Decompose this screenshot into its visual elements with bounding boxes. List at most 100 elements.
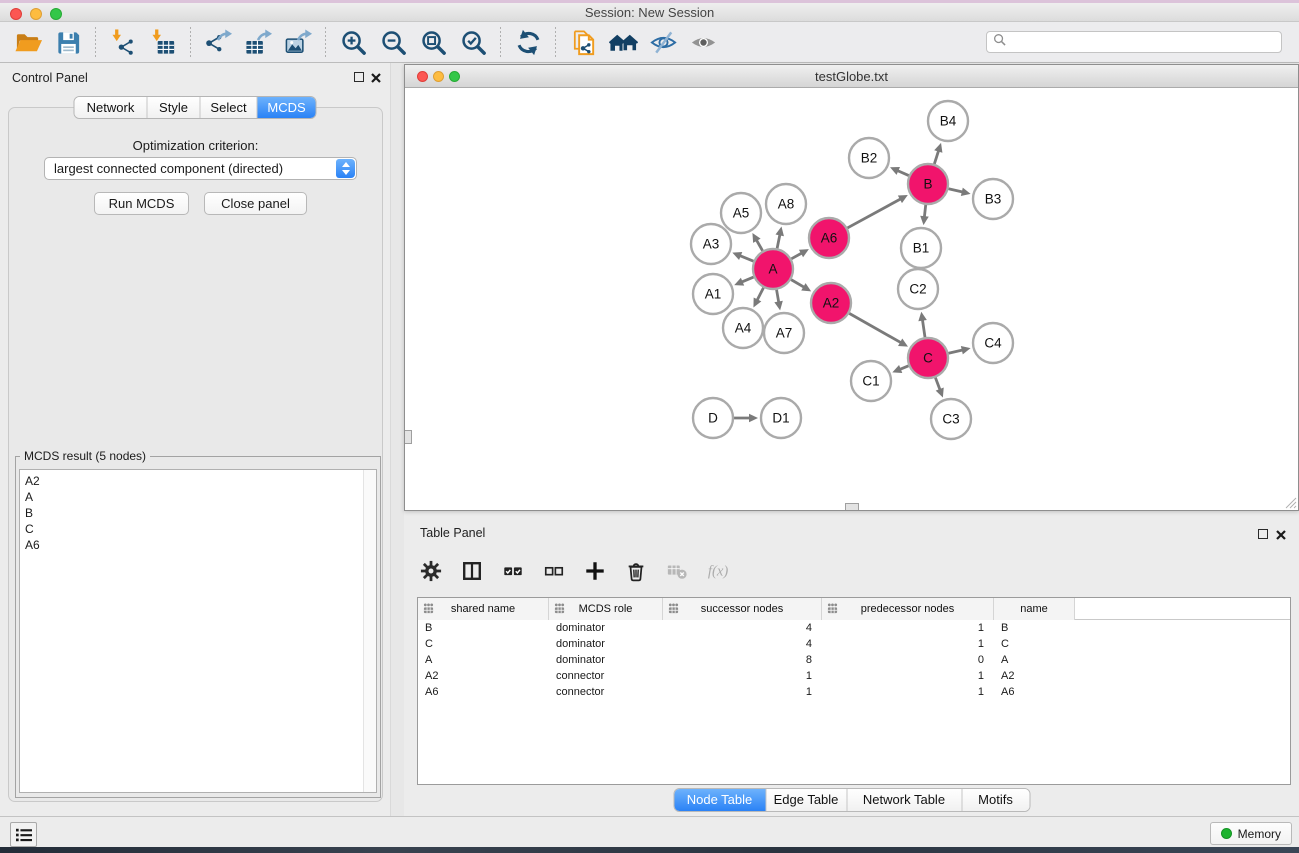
import-network-button[interactable]: [103, 24, 143, 60]
table-row[interactable]: A6connector11A6: [418, 684, 1290, 700]
column-header-shared-name[interactable]: shared name: [418, 598, 549, 620]
graph-edge-C-C1[interactable]: [892, 365, 908, 373]
network-zoom-button[interactable]: [449, 71, 460, 82]
graph-node-A[interactable]: A: [753, 249, 793, 289]
first-neighbors-button[interactable]: [603, 24, 643, 60]
graph-edge-A-A7[interactable]: [774, 290, 782, 311]
zoom-out-button[interactable]: [373, 24, 413, 60]
tab-select[interactable]: Select: [200, 97, 257, 118]
column-header-predecessor-nodes[interactable]: predecessor nodes: [822, 598, 994, 620]
task-history-button[interactable]: [10, 822, 37, 847]
network-minimize-button[interactable]: [433, 71, 444, 82]
graph-edge-C-C3[interactable]: [935, 378, 943, 398]
zoom-selected-button[interactable]: [453, 24, 493, 60]
save-session-button[interactable]: [48, 24, 88, 60]
result-item-b[interactable]: B: [20, 505, 376, 521]
graph-node-A1[interactable]: A1: [693, 274, 733, 314]
graph-node-B3[interactable]: B3: [973, 179, 1013, 219]
minimize-window-button[interactable]: [30, 8, 42, 20]
show-all-button[interactable]: [683, 24, 723, 60]
result-item-a6[interactable]: A6: [20, 537, 376, 553]
hide-selected-button[interactable]: [643, 24, 683, 60]
graph-node-A2[interactable]: A2: [811, 283, 851, 323]
open-session-button[interactable]: [8, 24, 48, 60]
graph-edge-A-A5[interactable]: [752, 233, 762, 251]
export-image-button[interactable]: [278, 24, 318, 60]
deselect-all-rows-button[interactable]: [541, 558, 567, 584]
table-row[interactable]: Bdominator41B: [418, 620, 1290, 636]
select-all-rows-button[interactable]: [500, 558, 526, 584]
table-row[interactable]: Adominator80A: [418, 652, 1290, 668]
graph-node-B[interactable]: B: [908, 164, 948, 204]
zoom-fit-button[interactable]: [413, 24, 453, 60]
column-header-successor-nodes[interactable]: successor nodes: [663, 598, 822, 620]
network-close-button[interactable]: [417, 71, 428, 82]
graph-edge-A-A4[interactable]: [753, 288, 763, 308]
table-row[interactable]: Cdominator41C: [418, 636, 1290, 652]
export-table-button[interactable]: [238, 24, 278, 60]
graph-node-D1[interactable]: D1: [761, 398, 801, 438]
column-header-name[interactable]: name: [994, 598, 1075, 620]
table-settings-button[interactable]: [418, 558, 444, 584]
graph-node-B4[interactable]: B4: [928, 101, 968, 141]
graph-node-D[interactable]: D: [693, 398, 733, 438]
close-panel-button[interactable]: Close panel: [204, 192, 307, 215]
graph-edge-B-B1[interactable]: [920, 205, 929, 225]
graph-edge-C-C4[interactable]: [948, 346, 970, 354]
mcds-result-list[interactable]: A2ABCA6: [19, 469, 377, 793]
tab-style[interactable]: Style: [147, 97, 200, 118]
close-panel-icon[interactable]: [1275, 528, 1287, 540]
graph-edge-A-A6[interactable]: [791, 249, 809, 259]
graph-node-C4[interactable]: C4: [973, 323, 1013, 363]
graph-edge-C-C2[interactable]: [918, 312, 927, 337]
graph-node-C[interactable]: C: [908, 338, 948, 378]
toggle-columns-button[interactable]: [459, 558, 485, 584]
graph-node-B2[interactable]: B2: [849, 138, 889, 178]
graph-edge-A-A1[interactable]: [734, 277, 753, 286]
export-network-button[interactable]: [198, 24, 238, 60]
network-canvas[interactable]: B4B2BB3A8A5A6A3B1AC2A1A2A4A7C4CC1C3DD1: [405, 88, 1298, 510]
graph-node-A7[interactable]: A7: [764, 313, 804, 353]
graph-edge-A2-C[interactable]: [849, 313, 908, 346]
tab-mcds[interactable]: MCDS: [257, 97, 316, 118]
bottom-edge-grip[interactable]: [845, 503, 859, 510]
memory-button[interactable]: Memory: [1210, 822, 1292, 845]
float-panel-icon[interactable]: [1258, 529, 1268, 539]
table-row[interactable]: A2connector11A2: [418, 668, 1290, 684]
zoom-window-button[interactable]: [50, 8, 62, 20]
criterion-dropdown[interactable]: largest connected component (directed): [44, 157, 357, 180]
network-graph[interactable]: B4B2BB3A8A5A6A3B1AC2A1A2A4A7C4CC1C3DD1: [405, 88, 1298, 510]
graph-node-A6[interactable]: A6: [809, 218, 849, 258]
import-table-button[interactable]: [143, 24, 183, 60]
tab-edge-table[interactable]: Edge Table: [765, 789, 846, 811]
tab-network-table[interactable]: Network Table: [846, 789, 961, 811]
graph-node-C3[interactable]: C3: [931, 399, 971, 439]
result-item-a[interactable]: A: [20, 489, 376, 505]
column-header-mcds-role[interactable]: MCDS role: [549, 598, 663, 620]
float-panel-icon[interactable]: [354, 72, 364, 82]
network-window-titlebar[interactable]: testGlobe.txt: [405, 65, 1298, 88]
graph-edge-B-B4[interactable]: [934, 143, 942, 164]
tab-network[interactable]: Network: [75, 97, 147, 118]
add-column-button[interactable]: [582, 558, 608, 584]
close-window-button[interactable]: [10, 8, 22, 20]
panel-divider[interactable]: [390, 63, 404, 816]
result-item-c[interactable]: C: [20, 521, 376, 537]
result-item-a2[interactable]: A2: [20, 473, 376, 489]
graph-edge-A6-B[interactable]: [847, 195, 907, 228]
graph-node-C1[interactable]: C1: [851, 361, 891, 401]
run-mcds-button[interactable]: Run MCDS: [94, 192, 189, 215]
new-network-from-file-button[interactable]: [563, 24, 603, 60]
result-scrollbar[interactable]: [363, 470, 376, 792]
close-panel-icon[interactable]: [370, 71, 382, 83]
tab-node-table[interactable]: Node Table: [674, 789, 765, 811]
search-box[interactable]: [986, 31, 1282, 53]
zoom-in-button[interactable]: [333, 24, 373, 60]
delete-column-button[interactable]: [623, 558, 649, 584]
graph-node-A4[interactable]: A4: [723, 308, 763, 348]
graph-node-A5[interactable]: A5: [721, 193, 761, 233]
graph-edge-D-D1[interactable]: [734, 414, 758, 423]
graph-node-A8[interactable]: A8: [766, 184, 806, 224]
search-input[interactable]: [1006, 35, 1275, 49]
graph-node-B1[interactable]: B1: [901, 228, 941, 268]
